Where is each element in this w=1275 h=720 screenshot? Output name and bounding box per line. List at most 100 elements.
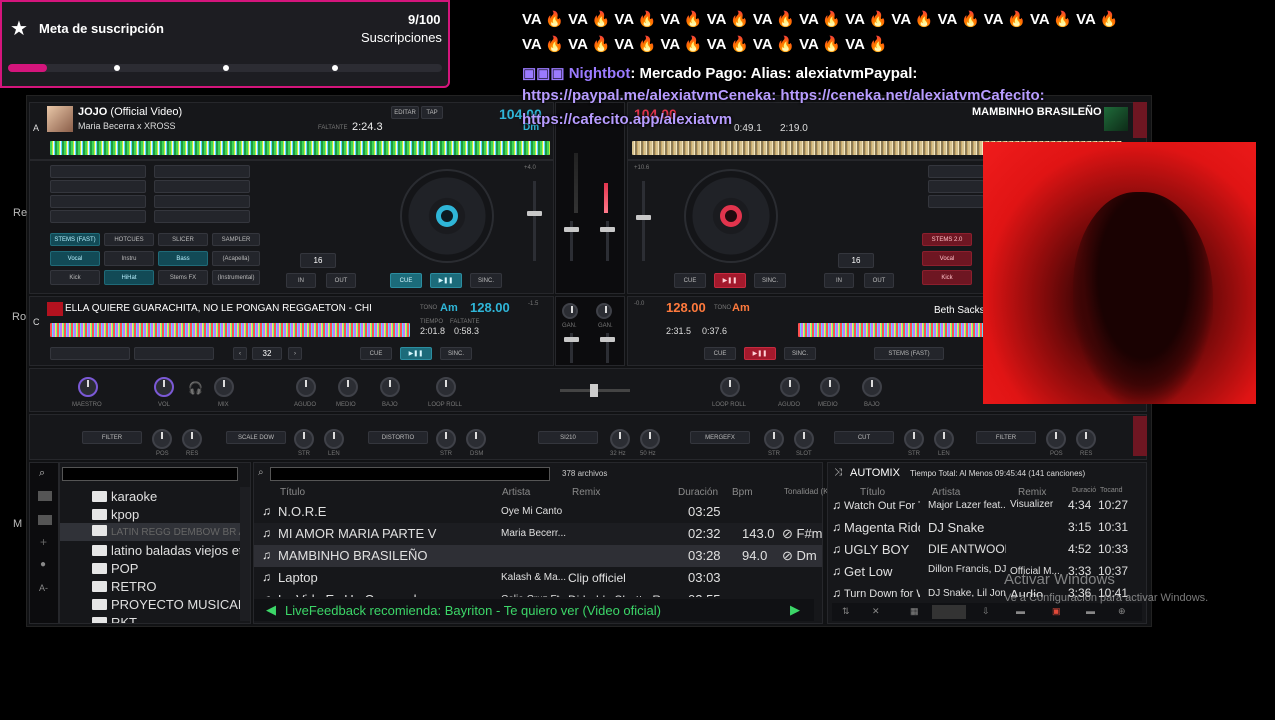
eq-b-mid-knob[interactable] — [820, 377, 840, 397]
automix-row[interactable]: ♫Watch Out For Th... Major Lazer feat... V… — [828, 497, 1138, 517]
deck-a-loop-out[interactable]: OUT — [326, 273, 356, 288]
livefeedback-text[interactable]: LiveFeedback recomienda: Bayriton - Te q… — [285, 603, 661, 618]
pad-2[interactable] — [50, 180, 146, 193]
sort-icon[interactable]: A- — [39, 583, 48, 593]
fx-len2-knob[interactable] — [934, 429, 954, 449]
folder-item[interactable]: kpop — [60, 505, 240, 523]
mix-knob[interactable] — [214, 377, 234, 397]
deck-b-pad-1[interactable] — [928, 165, 984, 178]
track-column-header[interactable]: Bpm — [732, 487, 753, 498]
track-row[interactable]: ♫ La Vida Es Un Carnaval Celia Cruz Ft...D… — [254, 589, 822, 597]
fx-32hz-knob[interactable] — [610, 429, 630, 449]
pad-7[interactable] — [154, 195, 250, 208]
stem-hihat-button[interactable]: HiHat — [104, 270, 154, 285]
pad-3[interactable] — [50, 195, 146, 208]
folder-icon[interactable]: ▬ — [1016, 606, 1025, 616]
stem-bass-button[interactable]: Bass — [158, 251, 208, 266]
automix-mode-button[interactable] — [932, 605, 966, 619]
deck-c-loop-next[interactable]: › — [288, 347, 302, 360]
fx-dsm-knob[interactable] — [466, 429, 486, 449]
stem-instrumental-button[interactable]: (Instrumental) — [212, 270, 260, 285]
deck-a-sampler-tab[interactable]: SAMPLER — [212, 233, 260, 246]
fx-str4-knob[interactable] — [904, 429, 924, 449]
deck-b-stems-tab[interactable]: STEMS 2.0 — [922, 233, 972, 246]
deck-c-loop-size[interactable]: 32 — [252, 347, 282, 360]
fx-si210-select[interactable]: SI210 — [538, 431, 598, 444]
gain-knob-d[interactable] — [596, 303, 612, 319]
save-icon[interactable]: ▬ — [1086, 606, 1095, 616]
grid-icon[interactable]: ▦ — [910, 606, 919, 617]
channel-fader-c[interactable] — [564, 333, 579, 363]
deck-b-jog-wheel[interactable] — [684, 169, 778, 263]
pad-5[interactable] — [154, 165, 250, 178]
stem-vocal-button[interactable]: Vocal — [50, 251, 100, 266]
deck-a-hotcues-tab[interactable]: HOTCUES — [104, 233, 154, 246]
deck-a-cue-button[interactable]: CUE — [390, 273, 422, 288]
deck-c-sync-button[interactable]: SINC. — [440, 347, 472, 360]
deck-c-pad-1[interactable] — [50, 347, 130, 360]
track-search-input[interactable] — [270, 467, 550, 481]
stem-acapella-button[interactable]: (Acapella) — [212, 251, 260, 266]
channel-fader-d[interactable] — [600, 333, 615, 363]
track-row[interactable]: ♫ N.O.R.E Oye Mi Canto 03:25 — [254, 501, 822, 523]
track-row[interactable]: ♫ MAMBINHO BRASILEÑO 03:28 94.0 ⊘ Dm — [254, 545, 822, 567]
crossfader[interactable] — [560, 384, 630, 397]
fx-str-knob[interactable] — [294, 429, 314, 449]
deck-b-pitch-fader[interactable] — [636, 181, 651, 261]
deck-c-play-button[interactable]: ▶❚❚ — [400, 347, 432, 360]
playlist-tab-icon[interactable] — [38, 515, 52, 525]
fx-res2-knob[interactable] — [1076, 429, 1096, 449]
deck-c-loop-prev[interactable]: ‹ — [233, 347, 247, 360]
close-icon[interactable]: ⊕ — [1118, 606, 1126, 617]
channel-fader-b[interactable] — [600, 221, 615, 261]
eq-b-high-knob[interactable] — [780, 377, 800, 397]
deck-b-cue-button[interactable]: CUE — [674, 273, 706, 288]
folder-item[interactable]: LATIN REGG DEMBOW BR AF — [60, 523, 240, 541]
livefeedback-left-arrow[interactable]: ◀ — [266, 602, 276, 618]
folder-item[interactable]: POP — [60, 559, 240, 577]
pad-1[interactable] — [50, 165, 146, 178]
folder-item[interactable]: RETRO — [60, 577, 240, 595]
disc-icon[interactable]: ● — [40, 559, 46, 570]
fx-pos-knob[interactable] — [152, 429, 172, 449]
track-column-header[interactable]: Artista — [502, 487, 530, 498]
track-search-icon[interactable]: ⌕ — [258, 467, 264, 478]
record-icon[interactable]: ▣ — [1052, 606, 1061, 617]
loop-roll-a-knob[interactable] — [436, 377, 456, 397]
channel-fader-a[interactable] — [564, 221, 579, 261]
deck-a-stems-tab[interactable]: STEMS (FAST) — [50, 233, 100, 246]
fx-str3-knob[interactable] — [764, 429, 784, 449]
automix-column-header[interactable]: Tocand — [1100, 487, 1123, 494]
deck-b-loop-in[interactable]: IN — [824, 273, 854, 288]
eq-a-high-knob[interactable] — [296, 377, 316, 397]
track-row[interactable]: ♫ Laptop Kalash & Ma... Clip officiel 03:03 — [254, 567, 822, 589]
folder-search-input[interactable] — [62, 467, 238, 481]
fx-str2-knob[interactable] — [436, 429, 456, 449]
folder-tree-scrollbar[interactable] — [240, 487, 250, 621]
skip-icon[interactable]: ✕ — [872, 606, 880, 617]
deck-a-tap-button[interactable]: TAP — [421, 106, 443, 119]
pad-8[interactable] — [154, 210, 250, 223]
deck-a-play-button[interactable]: ▶❚❚ — [430, 273, 462, 288]
stem-kick-button[interactable]: Kick — [50, 270, 100, 285]
stem-instru-button[interactable]: Instru — [104, 251, 154, 266]
mic-icon[interactable]: ⇩ — [982, 606, 990, 617]
fx-filter2-select[interactable]: FILTER — [976, 431, 1036, 444]
stem-fx-button[interactable]: Stems FX — [158, 270, 208, 285]
fx-res-knob[interactable] — [182, 429, 202, 449]
deck-d-sync-button[interactable]: SINC. — [784, 347, 816, 360]
deck-b-stem-vocal[interactable]: Vocal — [922, 251, 972, 266]
pad-6[interactable] — [154, 180, 250, 193]
folder-item[interactable]: latino baladas viejos etc — [60, 541, 240, 559]
folder-item[interactable]: PROYECTO MUSICAL — [60, 595, 240, 613]
fx-pos2-knob[interactable] — [1046, 429, 1066, 449]
add-icon[interactable]: + — [40, 535, 47, 549]
deck-a-loop-in[interactable]: IN — [286, 273, 316, 288]
deck-b-loop-out[interactable]: OUT — [864, 273, 894, 288]
deck-c-cue-button[interactable]: CUE — [360, 347, 392, 360]
fx-mergefx-select[interactable]: MERGEFX — [690, 431, 750, 444]
automix-icon[interactable]: ⤨ — [834, 467, 842, 478]
vol-knob[interactable] — [154, 377, 174, 397]
folder-tab-icon[interactable] — [38, 491, 52, 501]
automix-row[interactable]: ♫UGLY BOY DIE ANTWOORD 4:52 10:33 — [828, 539, 1138, 561]
